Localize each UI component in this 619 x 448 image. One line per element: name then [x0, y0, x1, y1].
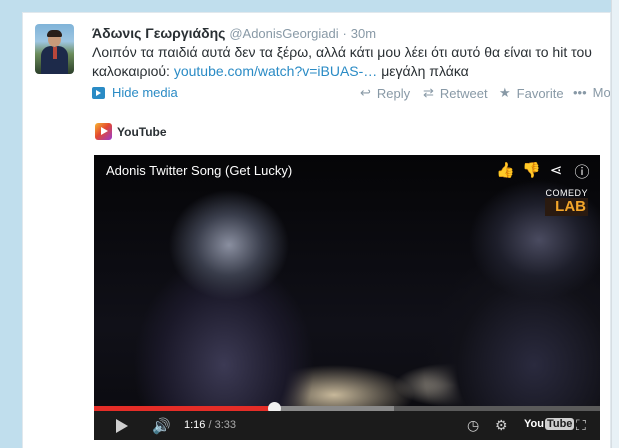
retweet-label: Retweet — [439, 85, 488, 101]
watermark-line2: LAB — [545, 198, 588, 216]
tweet-link[interactable]: youtube.com/watch?v=iBUAS-… — [174, 63, 377, 79]
favorite-button[interactable]: ★ Favorite — [499, 85, 564, 101]
youtube-icon — [95, 123, 112, 140]
tweet-text-part2: μεγάλη πλάκα — [377, 63, 469, 79]
channel-watermark: COMEDY LAB — [545, 188, 588, 216]
gear-icon[interactable]: ⚙ — [495, 417, 508, 434]
more-icon: ••• — [573, 85, 587, 100]
reply-label: Reply — [376, 85, 411, 101]
watch-later-icon[interactable]: ◷ — [467, 417, 479, 434]
user-fullname[interactable]: Άδωνις Γεωργιάδης — [92, 25, 225, 41]
time-display: 1:16 / 3:33 — [184, 419, 236, 431]
separator-dot: · — [342, 26, 347, 41]
player-top-icons: 👍 👎 ⋖ ⓘ — [496, 161, 590, 182]
star-icon: ★ — [499, 85, 511, 100]
tweet-card: Άδωνις Γεωργιάδης @AdonisGeorgiadi · 30m… — [22, 12, 611, 448]
youtube-logo[interactable]: You Tube — [524, 418, 575, 430]
current-time: 1:16 — [184, 419, 206, 431]
thumbs-down-icon[interactable]: 👎 — [522, 161, 541, 182]
media-icon — [92, 86, 105, 99]
time-separator: / — [205, 419, 215, 431]
video-title[interactable]: Adonis Twitter Song (Get Lucky) — [106, 163, 292, 178]
user-handle[interactable]: @AdonisGeorgiadi — [229, 26, 338, 41]
share-icon[interactable]: ⋖ — [548, 161, 564, 182]
fullscreen-icon[interactable]: ⛶ — [576, 417, 586, 434]
watermark-line1: COMEDY — [545, 188, 588, 198]
info-icon[interactable]: ⓘ — [574, 161, 590, 182]
reply-button[interactable]: ↩ Reply — [360, 85, 410, 101]
more-label: More — [592, 85, 611, 100]
tweet-header: Άδωνις Γεωργιάδης @AdonisGeorgiadi · 30m — [92, 25, 376, 41]
thumbs-up-icon[interactable]: 👍 — [496, 161, 515, 182]
media-source: YouTube — [95, 123, 167, 140]
video-player[interactable]: Adonis Twitter Song (Get Lucky) 👍 👎 ⋖ ⓘ … — [94, 155, 600, 440]
retweet-button[interactable]: ⇄ Retweet — [423, 85, 488, 101]
tweet-actions: Hide media ↩ Reply ⇄ Retweet ★ Favorite … — [92, 85, 610, 103]
favorite-label: Favorite — [516, 85, 564, 101]
reply-icon: ↩ — [360, 85, 371, 100]
youtube-logo-tube: Tube — [544, 418, 575, 430]
tweet-timestamp[interactable]: 30m — [351, 26, 376, 41]
hide-media-label: Hide media — [112, 85, 178, 100]
hide-media-button[interactable]: Hide media — [92, 85, 178, 100]
player-controls: 🔊 1:16 / 3:33 ◷ ⚙ You Tube ⛶ — [94, 411, 600, 440]
retweet-icon: ⇄ — [423, 85, 434, 100]
youtube-logo-you: You — [524, 418, 544, 430]
play-button[interactable] — [116, 419, 128, 433]
tweet-text: Λοιπόν τα παιδιά αυτά δεν τα ξέρω, αλλά … — [92, 43, 607, 81]
avatar[interactable] — [35, 24, 74, 74]
duration: 3:33 — [214, 419, 237, 431]
scrollbar-edge — [611, 0, 619, 448]
more-button[interactable]: ••• More — [573, 85, 611, 100]
video-frame[interactable] — [94, 155, 600, 440]
media-source-label: YouTube — [117, 124, 167, 139]
volume-icon[interactable]: 🔊 — [152, 417, 171, 435]
